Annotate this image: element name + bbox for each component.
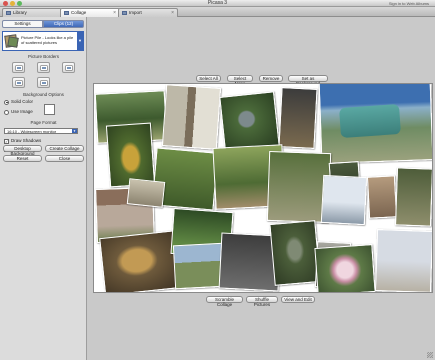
photo-runner[interactable]	[394, 167, 432, 227]
photo-dinosaur-statue[interactable]	[269, 220, 321, 286]
photo-sign[interactable]	[126, 178, 166, 208]
border-white-button[interactable]	[37, 62, 50, 73]
reset-button[interactable]: Reset	[3, 155, 42, 162]
photo-stone[interactable]	[366, 175, 398, 219]
tab-import-label: Import	[129, 10, 142, 15]
picture-pile-icon-overlay	[7, 36, 19, 48]
photo-house[interactable]	[161, 84, 222, 150]
close-tab-icon[interactable]: ×	[171, 9, 174, 17]
remove-button[interactable]: Remove	[259, 75, 283, 82]
subtab-settings[interactable]: Settings	[2, 20, 43, 28]
desktop-background-button[interactable]: Desktop Background	[3, 145, 42, 156]
border-frame-icon	[41, 81, 47, 85]
sign-in-link[interactable]: Sign in to Web Albums	[389, 0, 429, 7]
collage-icon	[64, 11, 69, 15]
select-all-button[interactable]: Select All	[196, 75, 221, 82]
subtab-clips[interactable]: Clips (12)	[43, 20, 84, 28]
border-polaroid-button[interactable]	[62, 62, 75, 73]
tab-bar: Library Collage × Import ×	[0, 7, 435, 17]
border-white-icon	[41, 66, 47, 70]
import-icon	[122, 11, 127, 15]
window-title: Picasa 3	[207, 0, 228, 6]
title-bar: Picasa 3 Sign in to Web Albums	[0, 0, 435, 7]
tab-collage[interactable]: Collage ×	[60, 8, 120, 17]
photo-lily-flower[interactable]	[314, 244, 376, 292]
resize-grip-icon[interactable]	[427, 352, 433, 358]
border-none-button[interactable]	[12, 62, 25, 73]
radio-unselected-icon	[4, 109, 9, 115]
background-color-swatch[interactable]	[44, 104, 55, 115]
photo-stegosaurus-figure	[339, 103, 401, 139]
border-none-icon	[16, 66, 22, 70]
use-image-radio[interactable]: Use Image	[4, 109, 33, 115]
scramble-collage-button[interactable]: Scramble Collage	[206, 296, 243, 307]
page-format-select[interactable]: 16:10 - Widescreen monitor ▼	[4, 128, 78, 134]
view-and-edit-button[interactable]: View and Edit	[281, 296, 315, 303]
page-format-value: 16:10 - Widescreen monitor	[7, 129, 57, 134]
photo-dark[interactable]	[278, 87, 318, 149]
photo-eiffel-tower[interactable]	[320, 174, 368, 226]
solid-color-radio[interactable]: Solid Color	[4, 99, 33, 105]
collage-canvas[interactable]	[93, 83, 433, 293]
border-shadow-icon	[16, 81, 22, 85]
chevron-down-icon: ▼	[77, 32, 83, 50]
panel-subtabs: Settings Clips (12)	[2, 20, 84, 28]
set-as-background-button[interactable]: Set as Background	[288, 75, 328, 86]
border-frame-button[interactable]	[37, 77, 50, 88]
solid-color-label: Solid Color	[11, 99, 34, 104]
radio-selected-icon	[4, 99, 9, 105]
create-collage-button[interactable]: Create Collage	[45, 145, 84, 152]
use-image-label: Use Image	[11, 109, 33, 114]
tab-import[interactable]: Import ×	[118, 8, 178, 17]
collage-settings-panel: Settings Clips (12) Picture Pile - Looks…	[0, 17, 87, 360]
border-polaroid-icon	[66, 66, 72, 70]
close-tab-icon[interactable]: ×	[113, 9, 116, 17]
checkmark-icon: ✓	[4, 138, 9, 144]
select-none-button[interactable]: Select None	[227, 75, 253, 86]
photo-dinosaur-grey[interactable]	[219, 91, 280, 152]
draw-shadows-checkbox[interactable]: ✓ Draw Shadows	[4, 138, 41, 144]
page-format-label: Page Format	[30, 120, 57, 125]
collage-style-text: Picture Pile - Looks like a pile of scat…	[21, 35, 74, 45]
photo-palace[interactable]	[374, 229, 432, 292]
collage-style-dropdown[interactable]: Picture Pile - Looks like a pile of scat…	[2, 31, 84, 51]
photo-trex-skull[interactable]	[99, 230, 183, 292]
tab-library-label: Library	[13, 10, 27, 15]
chevron-down-icon: ▼	[72, 129, 77, 133]
background-options-label: Background Options	[23, 92, 64, 97]
picture-borders-label: Picture Borders	[27, 54, 59, 59]
shuffle-pictures-button[interactable]: Shuffle Pictures	[246, 296, 278, 307]
tab-collage-label: Collage	[71, 10, 87, 15]
draw-shadows-label: Draw Shadows	[11, 138, 42, 143]
library-icon	[6, 11, 11, 15]
tab-library[interactable]: Library	[2, 8, 62, 17]
border-shadow-button[interactable]	[12, 77, 25, 88]
close-button[interactable]: Close	[45, 155, 84, 162]
